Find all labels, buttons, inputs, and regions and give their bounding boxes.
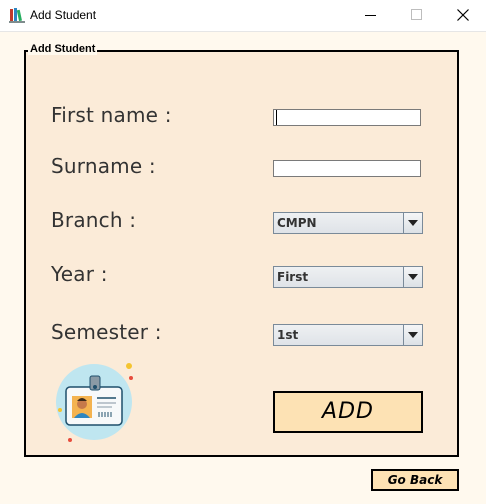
- branch-label: Branch :: [51, 208, 137, 232]
- semester-label: Semester :: [51, 320, 162, 344]
- semester-select[interactable]: 1st: [273, 324, 423, 346]
- maximize-button[interactable]: [394, 0, 440, 31]
- close-icon: [457, 9, 469, 21]
- year-label: Year :: [51, 262, 108, 286]
- year-select[interactable]: First: [273, 266, 423, 288]
- title-bar: Add Student: [0, 0, 486, 32]
- id-card-icon: [52, 360, 138, 446]
- surname-input[interactable]: [273, 160, 421, 177]
- first-name-input[interactable]: [273, 109, 421, 126]
- surname-label: Surname :: [51, 154, 156, 178]
- branch-selected-value: CMPN: [277, 216, 317, 230]
- panel-legend: Add Student: [28, 43, 98, 55]
- chevron-down-icon: [408, 332, 418, 338]
- chevron-down-icon: [408, 220, 418, 226]
- books-icon: [9, 7, 25, 23]
- text-caret: [276, 110, 277, 125]
- go-back-button[interactable]: Go Back: [371, 469, 459, 491]
- first-name-label: First name :: [51, 103, 172, 127]
- add-button[interactable]: ADD: [273, 391, 423, 433]
- minimize-button[interactable]: [348, 0, 394, 31]
- year-dropdown-button[interactable]: [403, 267, 422, 287]
- window-title: Add Student: [30, 8, 97, 22]
- branch-dropdown-button[interactable]: [403, 213, 422, 233]
- year-selected-value: First: [277, 270, 309, 284]
- chevron-down-icon: [408, 274, 418, 280]
- semester-selected-value: 1st: [277, 328, 299, 342]
- maximize-icon: [411, 9, 422, 20]
- minimize-icon: [365, 15, 376, 16]
- branch-select[interactable]: CMPN: [273, 212, 423, 234]
- close-button[interactable]: [440, 0, 486, 31]
- semester-dropdown-button[interactable]: [403, 325, 422, 345]
